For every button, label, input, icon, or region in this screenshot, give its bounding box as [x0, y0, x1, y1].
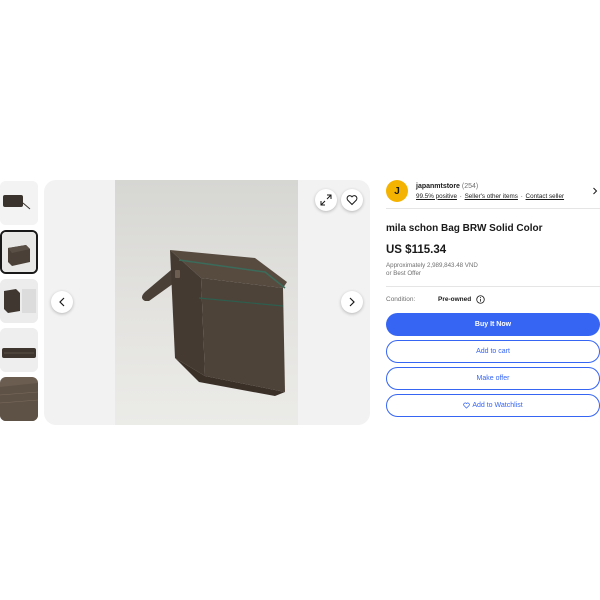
make-offer-button[interactable]: Make offer: [386, 367, 600, 390]
seller-name-line: japanmtstore (254): [416, 183, 590, 190]
favorite-button[interactable]: [341, 189, 363, 211]
expand-icon: [320, 194, 332, 206]
approx-value: 2,989,843.48 VND: [426, 262, 478, 269]
listing-panel: J japanmtstore (254) 99.5% positive · Se…: [386, 178, 600, 417]
bag-thumbnail-image: [2, 232, 36, 272]
approx-label: Approximately: [386, 262, 426, 269]
divider: [386, 286, 600, 287]
seller-card[interactable]: J japanmtstore (254) 99.5% positive · Se…: [386, 178, 600, 204]
previous-image-button[interactable]: [51, 291, 73, 313]
add-to-watchlist-button[interactable]: Add to Watchlist: [386, 394, 600, 417]
bag-image: [115, 180, 298, 425]
expand-button[interactable]: [315, 189, 337, 211]
seller-info: japanmtstore (254) 99.5% positive · Sell…: [416, 183, 590, 200]
seller-name[interactable]: japanmtstore: [416, 183, 460, 190]
seller-chevron[interactable]: [590, 185, 600, 197]
contact-seller-link[interactable]: Contact seller: [526, 193, 565, 200]
thumbnail-2[interactable]: [0, 230, 38, 274]
approx-price: Approximately 2,989,843.48 VND: [386, 262, 600, 270]
seller-avatar: J: [386, 180, 408, 202]
seller-positive-link[interactable]: 99.5% positive: [416, 193, 457, 200]
chevron-right-icon: [593, 187, 598, 195]
seller-feedback-count: (254): [461, 182, 479, 190]
separator: ·: [520, 192, 523, 200]
add-to-cart-button[interactable]: Add to cart: [386, 340, 600, 363]
buy-it-now-button[interactable]: Buy It Now: [386, 313, 600, 336]
heart-icon: [463, 402, 471, 409]
info-icon[interactable]: [476, 295, 485, 304]
chevron-right-icon: [349, 297, 355, 307]
thumbnail-4[interactable]: [0, 328, 38, 372]
main-product-image[interactable]: [115, 180, 298, 425]
thumbnail-strip: [0, 181, 40, 426]
watchlist-label: Add to Watchlist: [472, 402, 523, 409]
condition-value: Pre-owned: [438, 296, 472, 303]
thumbnail-5[interactable]: [0, 377, 38, 421]
condition-row: Condition: Pre-owned: [386, 295, 600, 304]
image-viewer: [44, 180, 370, 425]
chevron-left-icon: [59, 297, 65, 307]
listing-title: mila schon Bag BRW Solid Color: [386, 223, 543, 234]
condition-label: Condition:: [386, 296, 416, 303]
best-offer-note: or Best Offer: [386, 270, 421, 277]
bag-thumbnail-image: [0, 377, 38, 421]
listing-price: US $115.34: [386, 244, 447, 256]
separator: ·: [459, 192, 462, 200]
bag-thumbnail-image: [0, 181, 38, 225]
heart-icon: [346, 195, 358, 206]
seller-links: 99.5% positive · Seller's other items · …: [416, 193, 590, 200]
next-image-button[interactable]: [341, 291, 363, 313]
bag-thumbnail-image: [0, 279, 38, 323]
seller-other-items-link[interactable]: Seller's other items: [465, 193, 518, 200]
thumbnail-1[interactable]: [0, 181, 38, 225]
divider: [386, 208, 600, 209]
bag-thumbnail-image: [0, 328, 38, 372]
thumbnail-3[interactable]: [0, 279, 38, 323]
